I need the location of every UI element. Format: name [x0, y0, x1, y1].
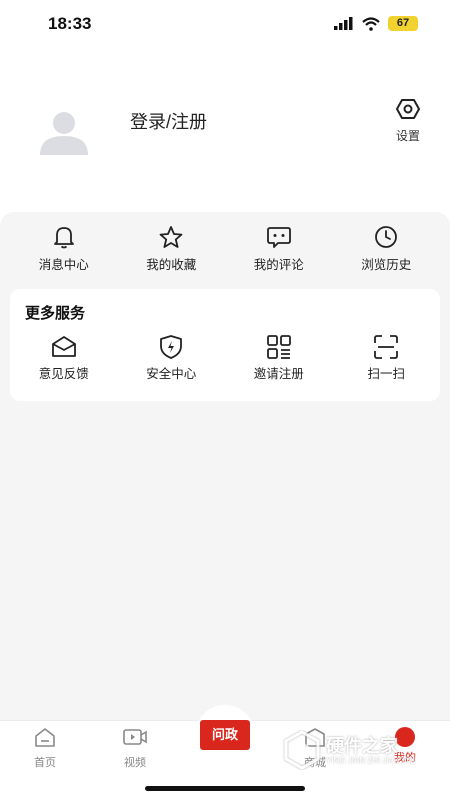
- qrcode-icon: [266, 335, 291, 359]
- tab-label: 首页: [34, 757, 56, 769]
- quick-action-messages[interactable]: 消息中心: [10, 224, 118, 280]
- service-label: 扫一扫: [367, 367, 405, 381]
- shield-icon: [160, 335, 183, 359]
- quick-action-label: 消息中心: [38, 258, 89, 272]
- clock-icon: [375, 226, 398, 248]
- service-security[interactable]: 安全中心: [118, 335, 226, 391]
- login-register-link[interactable]: 登录/注册: [130, 108, 207, 134]
- more-services-card: 更多服务 意见反馈 安全中心 邀请注册 扫一扫: [10, 289, 440, 401]
- avatar-icon[interactable]: [36, 103, 92, 159]
- quick-action-label: 我的收藏: [146, 258, 197, 272]
- home-indicator: [145, 786, 305, 791]
- service-label: 意见反馈: [38, 367, 89, 381]
- home-icon: [35, 728, 55, 747]
- scan-icon: [374, 335, 399, 359]
- quick-action-label: 浏览历史: [361, 258, 412, 272]
- tab-wenzheng[interactable]: 问政: [195, 705, 255, 765]
- profile-header: 登录/注册 设置: [0, 48, 450, 213]
- tab-video[interactable]: 视频: [105, 727, 165, 770]
- quick-action-history[interactable]: 浏览历史: [333, 224, 441, 280]
- status-time: 18:33: [48, 14, 92, 33]
- star-icon: [159, 226, 183, 248]
- service-label: 安全中心: [146, 367, 197, 381]
- watermark: 硬件之家 YING JIAN ZHI JIA.COM: [282, 728, 432, 772]
- watermark-logo-icon: [284, 730, 320, 770]
- service-scan[interactable]: 扫一扫: [333, 335, 441, 391]
- service-invite[interactable]: 邀请注册: [225, 335, 333, 391]
- gear-icon: [396, 99, 420, 119]
- watermark-title: 硬件之家: [326, 736, 398, 756]
- bell-icon: [53, 227, 74, 249]
- envelope-icon: [51, 336, 76, 357]
- quick-action-label: 我的评论: [253, 258, 304, 272]
- video-icon: [123, 729, 147, 745]
- wifi-icon: [362, 16, 380, 31]
- quick-actions: 消息中心 我的收藏 我的评论 浏览历史: [10, 224, 440, 280]
- tab-home[interactable]: 首页: [15, 727, 75, 770]
- battery-indicator: 67: [388, 16, 418, 31]
- services-row: 意见反馈 安全中心 邀请注册 扫一扫: [10, 335, 440, 391]
- tab-label: 视频: [124, 757, 146, 769]
- settings-label: 设置: [395, 129, 420, 143]
- status-bar: 18:33 67: [0, 0, 450, 48]
- status-icons: 67: [334, 16, 418, 31]
- watermark-subtitle: YING JIAN ZHI JIA.COM: [326, 756, 415, 765]
- quick-action-comments[interactable]: 我的评论: [225, 224, 333, 280]
- comment-icon: [266, 227, 291, 248]
- book-icon: 问政: [200, 720, 250, 750]
- more-services-title: 更多服务: [25, 305, 86, 322]
- service-label: 邀请注册: [253, 367, 304, 381]
- signal-icon: [334, 17, 353, 30]
- settings-button[interactable]: 设置: [386, 98, 430, 144]
- quick-action-favorites[interactable]: 我的收藏: [118, 224, 226, 280]
- service-feedback[interactable]: 意见反馈: [10, 335, 118, 391]
